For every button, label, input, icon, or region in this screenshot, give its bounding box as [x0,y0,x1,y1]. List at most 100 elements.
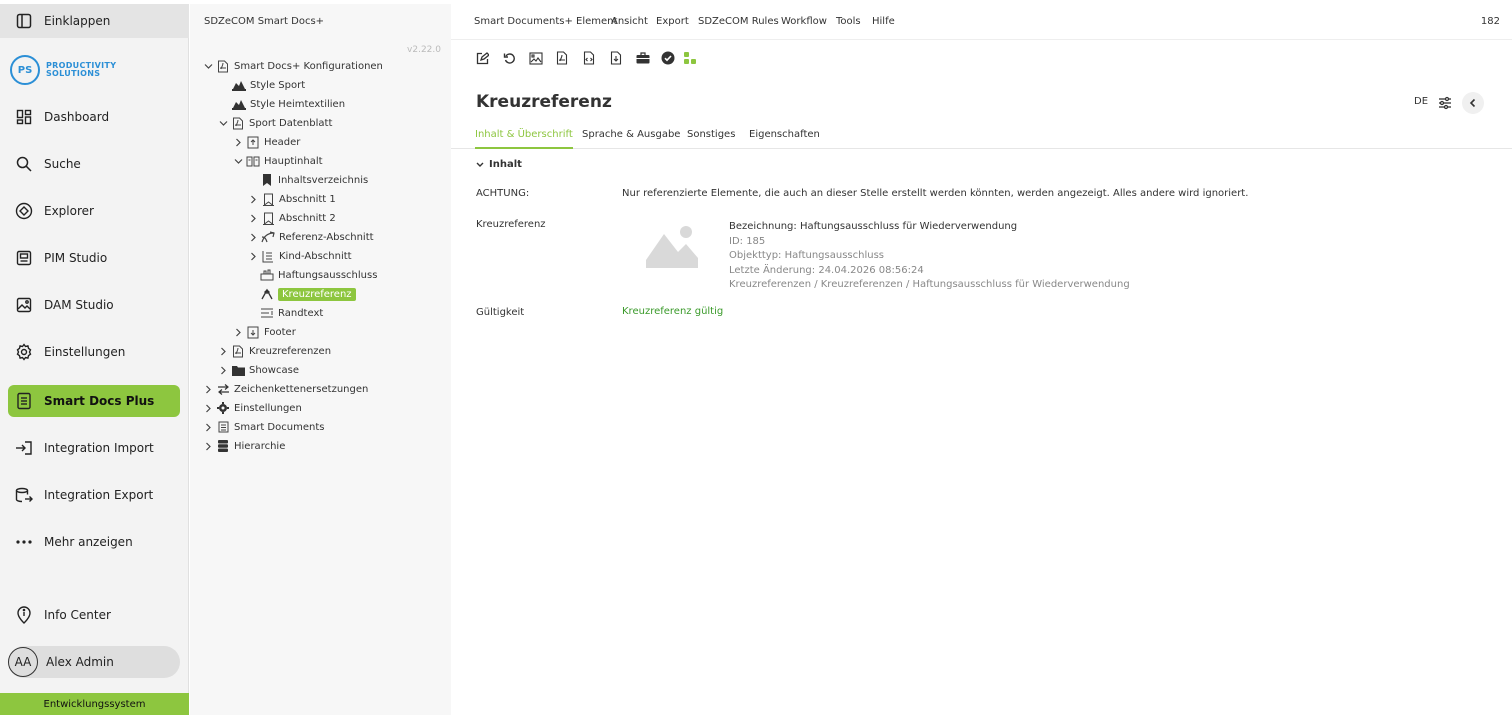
cross-reference-label: Kreuzreferenz [476,219,546,230]
menu-export[interactable]: Export [656,16,689,27]
chevron-right-icon[interactable] [247,193,259,205]
tree-node-smart-documents[interactable]: Smart Documents [202,418,324,436]
version-label: v2.22.0 [407,45,441,55]
chevron-right-icon[interactable] [247,231,259,243]
chevron-right-icon[interactable] [217,364,229,376]
folder-icon [231,363,245,377]
tree-node-header[interactable]: Header [232,133,300,151]
margin-text-icon [260,306,274,320]
pdf-document-icon [216,59,230,73]
tree-node-referenz-abschnitt[interactable]: Referenz-Abschnitt [247,228,374,246]
nav-item-integration-export[interactable]: Integration Export [8,479,180,511]
tree-node-kind-abschnitt[interactable]: Kind-Abschnitt [247,247,352,265]
briefcase-icon[interactable] [635,50,651,66]
chevron-right-icon[interactable] [247,250,259,262]
code-document-icon[interactable] [581,50,597,66]
chevron-left-icon[interactable] [1462,92,1484,114]
more-icon [14,532,34,552]
tree-node-hauptinhalt[interactable]: Hauptinhalt [232,152,323,170]
tree-node-konfigurationen[interactable]: Smart Docs+ Konfigurationen [202,57,383,75]
collapse-button[interactable]: Einklappen [0,4,189,38]
language-selector[interactable]: DE [1414,96,1428,107]
image-placeholder-icon[interactable] [646,224,698,268]
tree-node-hierarchie[interactable]: Hierarchie [202,437,285,455]
tree-node-footer[interactable]: Footer [232,323,296,341]
tree-node-randtext[interactable]: Randtext [260,304,323,322]
tree-node-inhaltsverzeichnis[interactable]: Inhaltsverzeichnis [260,171,368,189]
chevron-down-icon[interactable] [232,155,244,167]
tree-node-label: Haftungsausschluss [278,269,378,281]
menu-bar: Smart Documents+ Element Ansicht Export … [451,4,1512,40]
tab-sonstiges[interactable]: Sonstiges [687,129,735,149]
explorer-icon [14,201,34,221]
preview-images-icon[interactable] [528,50,544,66]
gear-icon [216,401,230,415]
chevron-down-icon[interactable] [202,60,214,72]
hierarchy-icon[interactable] [682,50,698,66]
chevron-right-icon[interactable] [202,383,214,395]
swap-arrows-icon [216,382,230,396]
tree-node-sport-datenblatt[interactable]: Sport Datenblatt [217,114,332,132]
tree-node-abschnitt-2[interactable]: Abschnitt 2 [247,209,336,227]
tree-node-haftungsausschluss[interactable]: Haftungsausschluss [260,266,377,284]
chevron-down-icon[interactable] [217,117,229,129]
left-navigation: Einklappen PS PRODUCTIVITY SOLUTIONS Das… [0,4,189,715]
tab-eigenschaften[interactable]: Eigenschaften [749,129,820,149]
reference-section-icon [261,230,275,244]
section-toggle-inhalt[interactable]: Inhalt [476,159,522,170]
tree-node-kreuzreferenzen[interactable]: Kreuzreferenzen [217,342,331,360]
nav-item-mehr-anzeigen[interactable]: Mehr anzeigen [8,526,180,558]
pdf-icon[interactable] [554,50,570,66]
nav-label: Mehr anzeigen [44,535,133,549]
nav-label: Integration Export [44,488,154,502]
nav-item-integration-import[interactable]: Integration Import [8,432,180,464]
user-menu[interactable]: AA Alex Admin [8,646,180,678]
tree-node-label: Kind-Abschnitt [279,250,352,262]
menu-sdzecom-rules[interactable]: SDZeCOM Rules [698,16,779,27]
nav-label: DAM Studio [44,298,114,312]
tree-node-style-heimtextilien[interactable]: Style Heimtextilien [232,95,345,113]
logo-badge: PS [10,55,40,85]
chevron-right-icon[interactable] [232,136,244,148]
nav-label: Explorer [44,204,94,218]
collapse-label: Einklappen [44,14,111,28]
menu-workflow[interactable]: Workflow [781,16,827,27]
tab-inhalt-ueberschrift[interactable]: Inhalt & Überschrift [475,129,573,149]
edit-icon[interactable] [474,50,490,66]
chevron-right-icon[interactable] [247,212,259,224]
nav-item-dashboard[interactable]: Dashboard [8,101,180,133]
menu-tools[interactable]: Tools [836,16,861,27]
section-icon [261,192,275,206]
tree-node-kreuzreferenz[interactable]: Kreuzreferenz [260,285,356,303]
nav-item-einstellungen[interactable]: Einstellungen [8,336,180,368]
refresh-icon[interactable] [501,50,517,66]
check-circle-icon[interactable] [660,50,676,66]
tree-node-abschnitt-1[interactable]: Abschnitt 1 [247,190,336,208]
tree-node-label: Sport Datenblatt [249,117,333,129]
tree-node-showcase[interactable]: Showcase [217,361,299,379]
menu-smart-documents-element[interactable]: Smart Documents+ Element [474,16,617,27]
tree-node-zeichenkettenersetzungen[interactable]: Zeichenkettenersetzungen [202,380,368,398]
tab-sprache-ausgabe[interactable]: Sprache & Ausgabe [582,129,680,149]
import-document-icon[interactable] [608,50,624,66]
tree-node-label: Einstellungen [234,402,302,414]
menu-hilfe[interactable]: Hilfe [872,16,895,27]
chevron-right-icon[interactable] [202,421,214,433]
chevron-right-icon[interactable] [217,345,229,357]
tree-node-einstellungen[interactable]: Einstellungen [202,399,302,417]
nav-item-suche[interactable]: Suche [8,148,180,180]
gear-icon [14,342,34,362]
database-icon [216,439,230,453]
chevron-right-icon[interactable] [232,326,244,338]
nav-item-smart-docs-plus[interactable]: Smart Docs Plus [8,385,180,417]
menu-ansicht[interactable]: Ansicht [611,16,648,27]
chevron-right-icon[interactable] [202,440,214,452]
chevron-right-icon[interactable] [202,402,214,414]
tree-node-label: Style Sport [250,79,306,91]
tree-node-style-sport[interactable]: Style Sport [232,76,305,94]
nav-item-info-center[interactable]: Info Center [8,599,180,631]
nav-item-dam-studio[interactable]: DAM Studio [8,289,180,321]
nav-item-explorer[interactable]: Explorer [8,195,180,227]
nav-item-pim-studio[interactable]: PIM Studio [8,242,180,274]
settings-sliders-icon[interactable] [1434,92,1456,114]
